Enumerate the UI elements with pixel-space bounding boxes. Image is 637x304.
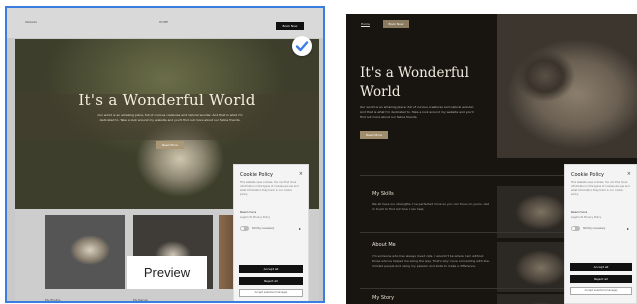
strictly-necessary-toggle[interactable] [240,226,249,231]
hero-body: Our world is an amazing place, full of c… [360,105,474,119]
toggle-label: Strictly necessary [583,227,606,230]
section-title: My Skills [372,191,394,197]
hero-read-more-button: Read More [360,131,388,139]
legal-links[interactable]: Legal Info Privacy Policy [571,216,601,219]
hero-title: It's a Wonderful World [78,91,256,109]
preview-button[interactable]: Preview [127,256,207,289]
hero-cat-image [497,14,637,158]
template-card-selected[interactable]: Website HOME Book Now It's a Wonderful W… [5,6,325,303]
hero-read-more-button: Read More [156,141,184,149]
nav-home-link: Home [361,22,370,27]
cookie-policy-panel: Cookie Policy × This website uses cookie… [233,164,309,301]
cookie-title: Cookie Policy [240,172,273,178]
accept-all-button[interactable]: Accept all [570,263,632,271]
legal-links[interactable]: Legal Info Privacy Policy [240,216,270,219]
read-more-link[interactable]: Read more [571,210,587,214]
manage-cookies-button[interactable]: Accept selected (manage) [239,289,303,297]
template-card-dark[interactable]: Home Book Now It's a Wonderful World Our… [346,14,637,304]
hero-body: Our world is an amazing place, full of c… [97,113,243,122]
section-body: I'm someone who has always loved cats. I… [372,254,490,268]
read-more-link[interactable]: Read more [240,210,256,214]
cat-photo-thumbnail [45,215,125,289]
strictly-necessary-toggle[interactable] [571,226,580,231]
cookie-description: This website uses cookies. You can find … [240,181,299,196]
cookie-title: Cookie Policy [571,172,604,178]
close-icon[interactable]: × [627,171,631,177]
reject-all-button[interactable]: Reject all [239,277,303,285]
reject-all-button[interactable]: Reject all [570,275,632,283]
close-icon[interactable]: × [299,171,303,177]
template-nav: Website HOME Book Now [7,8,323,38]
section-title: My Story [372,295,395,301]
section-body: We all have our strengths. I've perfecte… [372,202,489,211]
manage-cookies-button[interactable]: Accept selected (manage) [570,287,632,295]
toggle-label: Strictly necessary [252,227,275,230]
nav-book-button: Book Now [276,22,304,30]
thumbnail-caption: My Range [133,298,148,302]
chevron-right-icon[interactable]: ▸ [627,226,629,231]
checkmark-icon [292,36,312,56]
thumbnail-caption: My Photos [45,298,61,302]
section-title: About Me [372,242,396,248]
cookie-policy-panel: Cookie Policy × This website uses cookie… [564,164,637,304]
hero-title: It's a Wonderful World [360,65,469,100]
accept-all-button[interactable]: Accept all [239,265,303,273]
nav-brand: Website [25,20,37,24]
nav-book-button: Book Now [383,20,409,28]
chevron-right-icon[interactable]: ▸ [299,226,301,231]
cookie-description: This website uses cookies. You can find … [571,181,630,196]
nav-home-link: HOME [159,20,169,24]
